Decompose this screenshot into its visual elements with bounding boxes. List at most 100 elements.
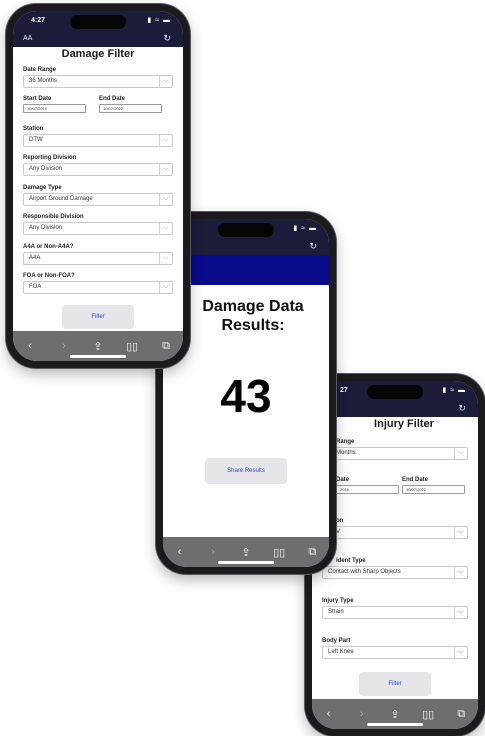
share-results-button[interactable]: Share Results xyxy=(205,458,287,484)
chevron-down-icon: ⌵ xyxy=(454,607,467,618)
signal-wifi-battery-icon: ▮ ≈ ▬ xyxy=(147,17,171,24)
share-icon[interactable]: ⇪ xyxy=(385,708,405,721)
date-range-label: Range xyxy=(336,439,355,445)
a4a-select[interactable]: A4A ⌵ xyxy=(23,252,173,265)
filter-button[interactable]: Filter xyxy=(62,305,134,329)
forward-icon[interactable]: › xyxy=(203,546,223,558)
body-part-value: Left Knee xyxy=(328,649,354,655)
back-icon[interactable]: ‹ xyxy=(170,546,190,558)
responsible-division-value: Any Division xyxy=(29,225,63,231)
back-icon[interactable]: ‹ xyxy=(20,340,40,352)
station-field: on V ⌵ xyxy=(322,518,468,539)
foa-field: FOA or Non-FOA? FOA ⌵ xyxy=(23,273,173,294)
status-bar: 4:27 ▮ ≈ ▬ xyxy=(13,11,183,33)
back-icon[interactable]: ‹ xyxy=(319,708,339,720)
station-select[interactable]: V ⌵ xyxy=(322,526,468,539)
station-select[interactable]: DTW ⌵ xyxy=(23,134,173,147)
chevron-down-icon: ⌵ xyxy=(159,282,172,293)
incident-type-select[interactable]: Contact with Sharp Objects ⌵ xyxy=(322,566,468,579)
body-part-select[interactable]: Left Knee ⌵ xyxy=(322,646,468,659)
share-icon[interactable]: ⇪ xyxy=(88,340,108,353)
reload-icon[interactable]: ↻ xyxy=(458,403,466,414)
results-count: 43 xyxy=(220,370,272,422)
damage-phone: 4:27 ▮ ≈ ▬ AA ↻ Damage Filter Date Range… xyxy=(6,4,190,368)
reporting-division-select[interactable]: Any Division ⌵ xyxy=(23,163,173,176)
reload-icon[interactable]: ↻ xyxy=(163,33,171,44)
dynamic-island xyxy=(70,15,126,29)
damage-screen: 4:27 ▮ ≈ ▬ AA ↻ Damage Filter Date Range… xyxy=(13,11,183,361)
damage-type-label: Damage Type xyxy=(23,185,62,191)
chevron-down-icon: ⌵ xyxy=(159,194,172,205)
chevron-down-icon: ⌵ xyxy=(454,448,467,459)
tabs-icon[interactable]: ⧉ xyxy=(302,546,322,559)
status-time: 4:27 xyxy=(31,17,46,24)
end-date-label: End Date xyxy=(99,96,126,102)
reporting-division-field: Reporting Division Any Division ⌵ xyxy=(23,155,173,176)
url-bar[interactable]: ↻ xyxy=(312,403,478,417)
share-icon[interactable]: ⇪ xyxy=(236,546,256,559)
page-title: Injury Filter xyxy=(374,418,434,430)
chevron-down-icon: ⌵ xyxy=(159,76,172,87)
station-label: Station xyxy=(23,126,44,132)
end-date-input[interactable]: 10/07/2022 xyxy=(99,104,162,113)
tabs-icon[interactable]: ⧉ xyxy=(156,340,176,353)
damage-type-field: Damage Type Airport Ground Damage ⌵ xyxy=(23,185,173,206)
reporting-division-value: Any Division xyxy=(29,166,63,172)
page-title: Damage Filter xyxy=(61,48,135,60)
home-indicator xyxy=(70,355,126,358)
injury-screen: 27 ▮ ≈ ▬ ↻ Injury Filter Range Months ⌵ … xyxy=(312,381,478,729)
chevron-down-icon: ⌵ xyxy=(159,253,172,264)
station-value: DTW xyxy=(29,137,43,143)
filter-button[interactable]: Filter xyxy=(359,672,431,696)
station-field: Station DTW ⌵ xyxy=(23,126,173,147)
injury-type-value: Strain xyxy=(328,609,344,615)
date-range-value: 36 Months xyxy=(29,78,58,84)
chevron-down-icon: ⌵ xyxy=(454,527,467,538)
responsible-division-field: Responsible Division Any Division ⌵ xyxy=(23,214,173,235)
bookmarks-icon[interactable]: ▯▯ xyxy=(418,708,438,721)
injury-type-select[interactable]: Strain ⌵ xyxy=(322,606,468,619)
chevron-down-icon: ⌵ xyxy=(159,223,172,234)
results-title: Damage Data Results: xyxy=(202,298,304,334)
reporting-division-label: Reporting Division xyxy=(23,155,77,161)
start-date-input[interactable]: 10/07/2019 xyxy=(23,104,86,113)
responsible-division-select[interactable]: Any Division ⌵ xyxy=(23,222,173,235)
chevron-down-icon: ⌵ xyxy=(454,567,467,578)
tabs-icon[interactable]: ⧉ xyxy=(451,708,471,721)
date-range-field: Date Range 36 Months ⌵ xyxy=(23,67,173,88)
bookmarks-icon[interactable]: ▯▯ xyxy=(269,546,289,559)
forward-icon[interactable]: › xyxy=(352,708,372,720)
start-date-input[interactable]: 2019 xyxy=(336,485,399,494)
date-range-select[interactable]: 36 Months ⌵ xyxy=(23,75,173,88)
damage-type-value: Airport Ground Damage xyxy=(29,196,93,202)
end-date-label: End Date xyxy=(402,477,429,483)
damage-content: Damage Filter Date Range 36 Months ⌵ Sta… xyxy=(13,47,183,331)
injury-type-field: Injury Type Strain ⌵ xyxy=(322,598,468,619)
incident-type-value: Contact with Sharp Objects xyxy=(328,569,401,575)
a4a-label: A4A or Non-A4A? xyxy=(23,244,74,250)
a4a-field: A4A or Non-A4A? A4A ⌵ xyxy=(23,244,173,265)
reload-icon[interactable]: ↻ xyxy=(309,241,317,252)
incident-type-label: ident Type xyxy=(336,558,366,564)
responsible-division-label: Responsible Division xyxy=(23,214,84,220)
damage-type-select[interactable]: Airport Ground Damage ⌵ xyxy=(23,193,173,206)
url-bar[interactable]: AA ↻ xyxy=(13,33,183,47)
start-date-label: Date xyxy=(336,477,350,483)
foa-value: FOA xyxy=(29,284,42,290)
status-time: 27 xyxy=(340,387,348,394)
date-range-select[interactable]: Months ⌵ xyxy=(322,447,468,460)
chevron-down-icon: ⌵ xyxy=(454,647,467,658)
incident-type-field: ident Type Contact with Sharp Objects ⌵ xyxy=(322,558,468,579)
home-indicator xyxy=(367,723,423,726)
station-label: on xyxy=(336,518,344,524)
body-part-field: Body Part Left Knee ⌵ xyxy=(322,638,468,659)
safari-toolbar: ‹ › ⇪ ▯▯ ⧉ xyxy=(163,537,329,567)
safari-toolbar: ‹ › ⇪ ▯▯ ⧉ xyxy=(13,331,183,361)
end-date-input[interactable]: 10/07/2022 xyxy=(402,485,465,494)
bookmarks-icon[interactable]: ▯▯ xyxy=(122,340,142,353)
body-part-label: Body Part xyxy=(322,638,351,644)
foa-select[interactable]: FOA ⌵ xyxy=(23,281,173,294)
injury-content: Injury Filter Range Months ⌵ Date 2019 E… xyxy=(312,417,478,699)
forward-icon[interactable]: › xyxy=(54,340,74,352)
reader-aa-button[interactable]: AA xyxy=(23,35,32,42)
